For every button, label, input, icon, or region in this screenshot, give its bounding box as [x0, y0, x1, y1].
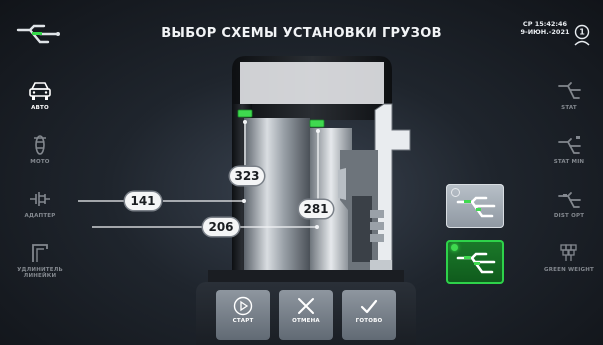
scheme-adhesive-button[interactable]	[446, 240, 504, 284]
weight-outer	[309, 119, 325, 128]
scheme-radio-selected	[451, 244, 458, 251]
scheme-clip-on-button[interactable]	[446, 184, 504, 228]
weight-inner	[237, 109, 253, 118]
cancel-button[interactable]: ОТМЕНА	[279, 290, 333, 340]
rim-inner-barrel	[244, 118, 310, 278]
play-icon	[233, 296, 253, 316]
scheme-radio	[451, 188, 460, 197]
check-icon	[360, 299, 378, 314]
inner-plane-value: 323	[230, 167, 264, 185]
done-label: ГОТОВО	[355, 318, 383, 324]
outer-plane-value: 281	[299, 200, 333, 218]
start-button[interactable]: СТАРТ	[216, 290, 270, 340]
rim-arrow	[338, 168, 346, 200]
diameter-value: 206	[203, 218, 239, 236]
done-button[interactable]: ГОТОВО	[342, 290, 396, 340]
action-bar: СТАРТ ОТМЕНА ГОТОВО	[196, 282, 416, 345]
distance-value: 141	[125, 192, 161, 210]
rim-hub	[352, 196, 372, 262]
start-label: СТАРТ	[232, 318, 254, 324]
cancel-icon	[298, 298, 314, 314]
cancel-label: ОТМЕНА	[292, 318, 320, 324]
tyre-top-inner	[240, 62, 384, 104]
